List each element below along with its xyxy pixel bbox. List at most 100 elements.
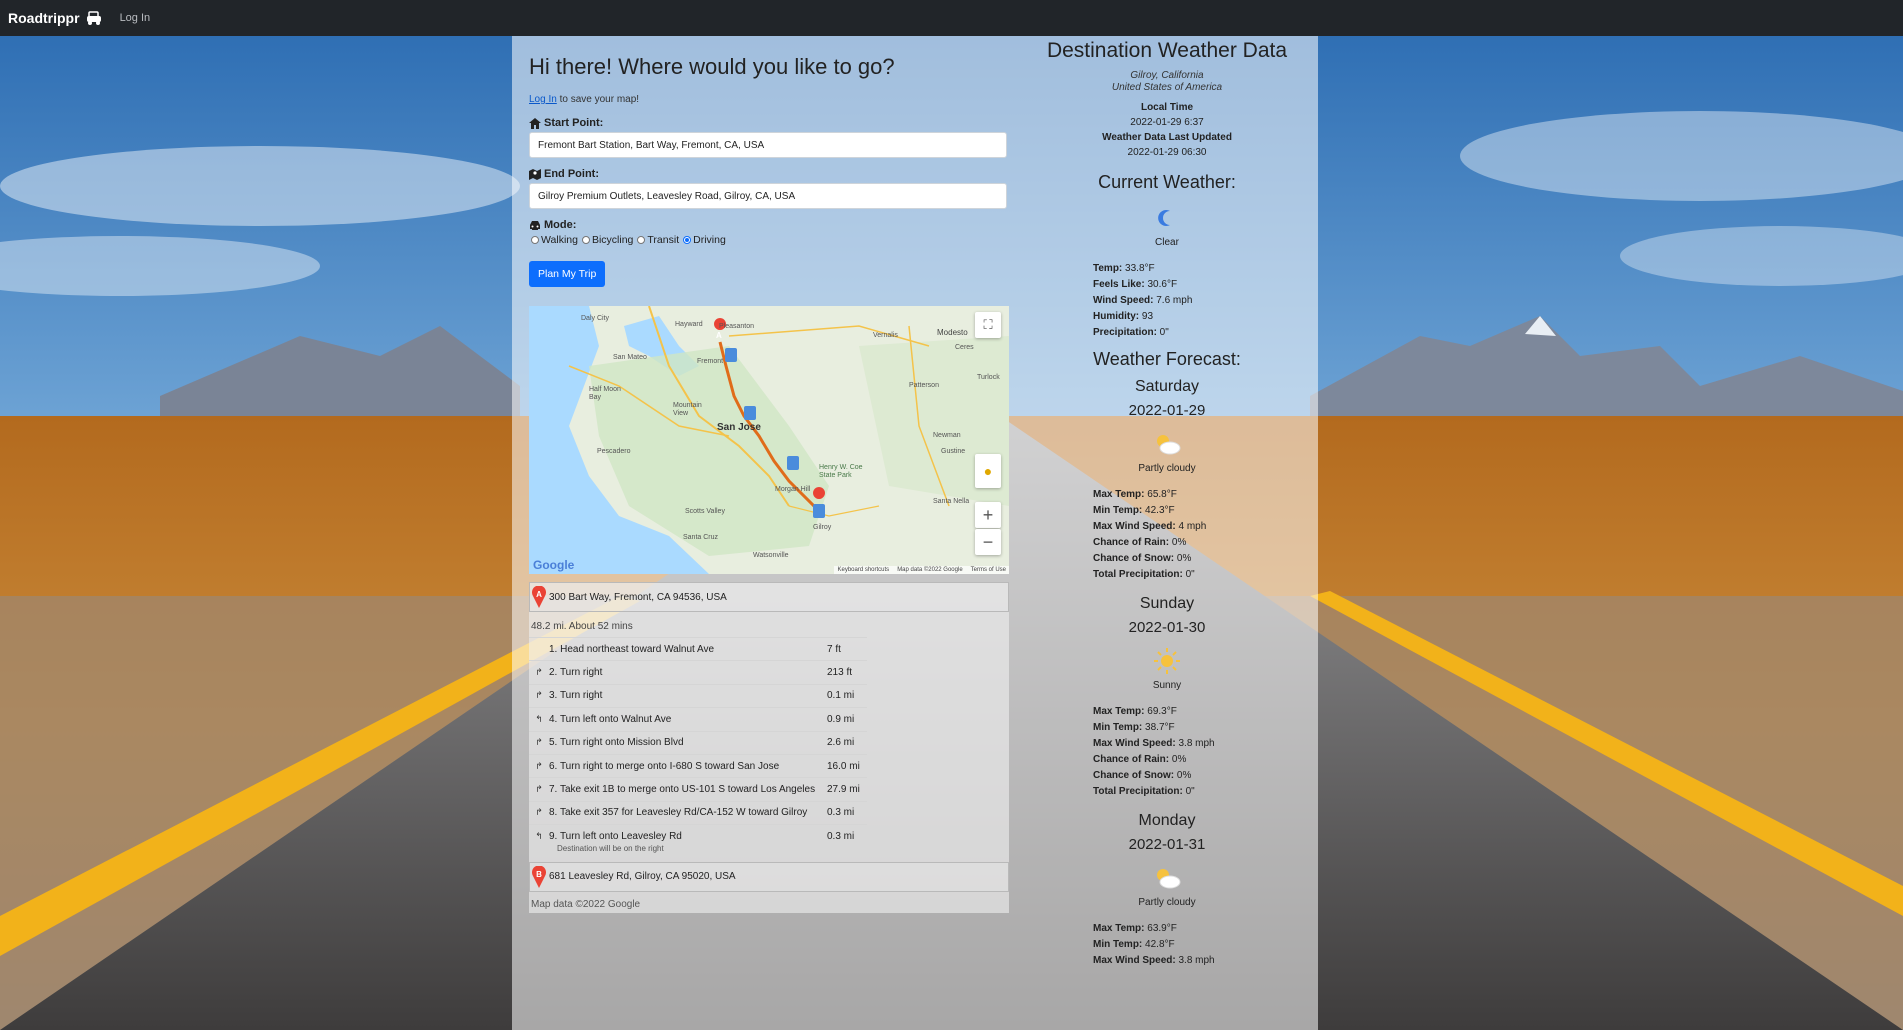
forecast-day: Monday xyxy=(1138,812,1196,829)
forecast-condition: Partly cloudy xyxy=(1138,463,1196,474)
direction-step[interactable]: ↱ 5. Turn right onto Mission Blvd 2.6 mi xyxy=(529,730,867,754)
direction-step[interactable]: ↱ 2. Turn right 213 ft xyxy=(529,660,867,683)
turn-left-icon: ↰ xyxy=(535,830,543,841)
local-time: 2022-01-29 6:37 xyxy=(1130,117,1204,128)
direction-step[interactable]: ↰ 4. Turn left onto Walnut Ave 0.9 mi xyxy=(529,707,867,730)
nav-login-link[interactable]: Log In xyxy=(120,12,151,24)
map-pin-a-label: A xyxy=(716,331,722,340)
direction-step[interactable]: 1. Head northeast toward Walnut Ave 7 ft xyxy=(529,637,867,660)
map-label: Scotts Valley xyxy=(685,508,725,515)
map-label: Fremont xyxy=(697,358,724,365)
login-note: Log In to save your map! xyxy=(529,94,1009,105)
forecast-date: 2022-01-30 xyxy=(1128,619,1206,636)
steps-list: 1. Head northeast toward Walnut Ave 7 ft … xyxy=(529,637,1009,862)
end-point-label-text: End Point: xyxy=(544,168,599,180)
forecast-heading: Weather Forecast: xyxy=(1093,349,1241,369)
car-icon xyxy=(530,220,540,230)
brand[interactable]: Roadtrippr xyxy=(8,10,103,26)
car-icon xyxy=(86,11,101,25)
map-label: Patterson xyxy=(909,382,939,389)
turn-right-icon: ↱ xyxy=(535,737,543,748)
start-address-row[interactable]: A 300 Bart Way, Fremont, CA 94536, USA xyxy=(529,582,1009,612)
current-precip-row: Precipitation: 0" xyxy=(1093,327,1169,338)
sun-icon xyxy=(1154,648,1180,674)
map-label: San Jose xyxy=(717,422,761,433)
navbar: Roadtrippr Log In xyxy=(0,0,1903,36)
map-footer: Keyboard shortcuts Map data ©2022 Google… xyxy=(834,566,1009,574)
login-link[interactable]: Log In xyxy=(529,94,557,105)
keyboard-shortcuts-link[interactable]: Keyboard shortcuts xyxy=(837,567,889,573)
start-point-label-text: Start Point: xyxy=(544,117,604,129)
weather-column: Destination Weather Data Gilroy, Califor… xyxy=(1044,36,1290,969)
current-wind-row: Wind Speed: 7.6 mph xyxy=(1093,295,1193,306)
map-label: Turlock xyxy=(977,374,1000,381)
mode-radio-walking[interactable] xyxy=(531,236,539,244)
map-data-attribution: Map data ©2022 Google xyxy=(897,567,963,573)
mode-label: Mode: xyxy=(529,219,1009,231)
directions-panel: A 300 Bart Way, Fremont, CA 94536, USA 4… xyxy=(529,582,1009,913)
end-point-input[interactable] xyxy=(529,183,1007,209)
weather-city: Gilroy, California xyxy=(1130,70,1204,81)
start-point-input[interactable] xyxy=(529,132,1007,158)
current-temp-row: Temp: 33.8°F xyxy=(1093,263,1155,274)
direction-step[interactable]: ↱ 3. Turn right 0.1 mi xyxy=(529,683,867,707)
updated-label: Weather Data Last Updated xyxy=(1102,132,1232,143)
weather-title: Destination Weather Data xyxy=(1046,39,1288,62)
current-condition: Clear xyxy=(1155,237,1179,248)
turn-right-icon: ↱ xyxy=(535,760,543,771)
map-label: Hayward xyxy=(675,321,703,328)
map-label: Vernalis xyxy=(873,332,898,339)
end-point-label: End Point: xyxy=(529,168,1009,180)
map-label: Morgan Hill xyxy=(775,486,811,493)
mode-radio-driving[interactable] xyxy=(683,236,692,244)
mode-radio-bicycling[interactable] xyxy=(581,236,590,244)
forecast-day: Saturday xyxy=(1134,378,1200,395)
direction-step[interactable]: ↱ 8. Take exit 357 for Leavesley Rd/CA-15… xyxy=(529,800,867,824)
map-label: Half Moon Bay xyxy=(589,386,621,401)
mode-radio-transit[interactable] xyxy=(637,236,646,244)
zoom-out-button[interactable]: − xyxy=(975,529,1001,555)
route-map[interactable]: Daly City Hayward Pleasanton San Mateo H… xyxy=(529,306,1009,574)
map-label: Santa Nella xyxy=(933,498,970,505)
page-title: Hi there! Where would you like to go? xyxy=(529,54,895,79)
current-weather-heading: Current Weather: xyxy=(1098,172,1236,192)
map-label: Gustine xyxy=(941,448,966,455)
map-label: Pescadero xyxy=(597,448,631,455)
forecast-stats: Max Temp: 65.8°F Min Temp: 42.3°F Max Wi… xyxy=(1093,489,1207,580)
street-view-pegman-icon[interactable]: ● xyxy=(975,454,1001,488)
mode-label-text: Mode: xyxy=(544,219,577,231)
main-panel: Hi there! Where would you like to go? Lo… xyxy=(512,36,1318,1030)
svg-text:B: B xyxy=(536,870,542,879)
current-stats: Temp: 33.8°F Feels Like: 30.6°F Wind Spe… xyxy=(1044,261,1290,341)
current-humidity-row: Humidity: 93 xyxy=(1093,311,1154,322)
map-label: Henry W. Coe State Park xyxy=(819,464,863,479)
mode-label-transit: Transit xyxy=(647,234,680,246)
map-icon xyxy=(529,168,541,180)
map-label: Daly City xyxy=(581,315,610,322)
marker-a-icon: A xyxy=(532,586,546,608)
start-point-label: Start Point: xyxy=(529,117,1009,129)
map-label: Watsonville xyxy=(753,552,789,559)
direction-step[interactable]: ↱ 6. Turn right to merge onto I-680 S tow… xyxy=(529,753,867,777)
zoom-in-button[interactable]: + xyxy=(975,502,1001,528)
mode-label-driving: Driving xyxy=(693,234,726,246)
login-note-text: to save your map! xyxy=(556,94,640,105)
end-address-row[interactable]: B 681 Leavesley Rd, Gilroy, CA 95020, US… xyxy=(529,861,1009,892)
marker-b-icon: B xyxy=(532,865,546,888)
weather-location: Gilroy, California United States of Amer… xyxy=(1044,70,1290,94)
turn-right-icon: ↱ xyxy=(535,667,543,678)
plan-trip-button[interactable]: Plan My Trip xyxy=(529,261,606,287)
forecast-date: 2022-01-31 xyxy=(1128,836,1206,853)
fullscreen-button[interactable]: ⛶ xyxy=(975,312,1001,338)
direction-step[interactable]: ↱ 7. Take exit 1B to merge onto US-101 S … xyxy=(529,777,867,800)
turn-right-icon: ↱ xyxy=(535,690,543,701)
google-logo: Google xyxy=(533,558,575,572)
home-icon xyxy=(529,117,541,129)
forecast-date: 2022-01-29 xyxy=(1128,402,1206,419)
forecast-condition: Partly cloudy xyxy=(1138,897,1196,908)
terms-link[interactable]: Terms of Use xyxy=(971,567,1006,573)
directions-attribution: Map data ©2022 Google xyxy=(529,891,1009,913)
map-canvas xyxy=(529,306,1009,574)
partly-cloudy-icon xyxy=(1157,869,1181,889)
route-summary: 48.2 mi. About 52 mins xyxy=(529,612,1009,637)
